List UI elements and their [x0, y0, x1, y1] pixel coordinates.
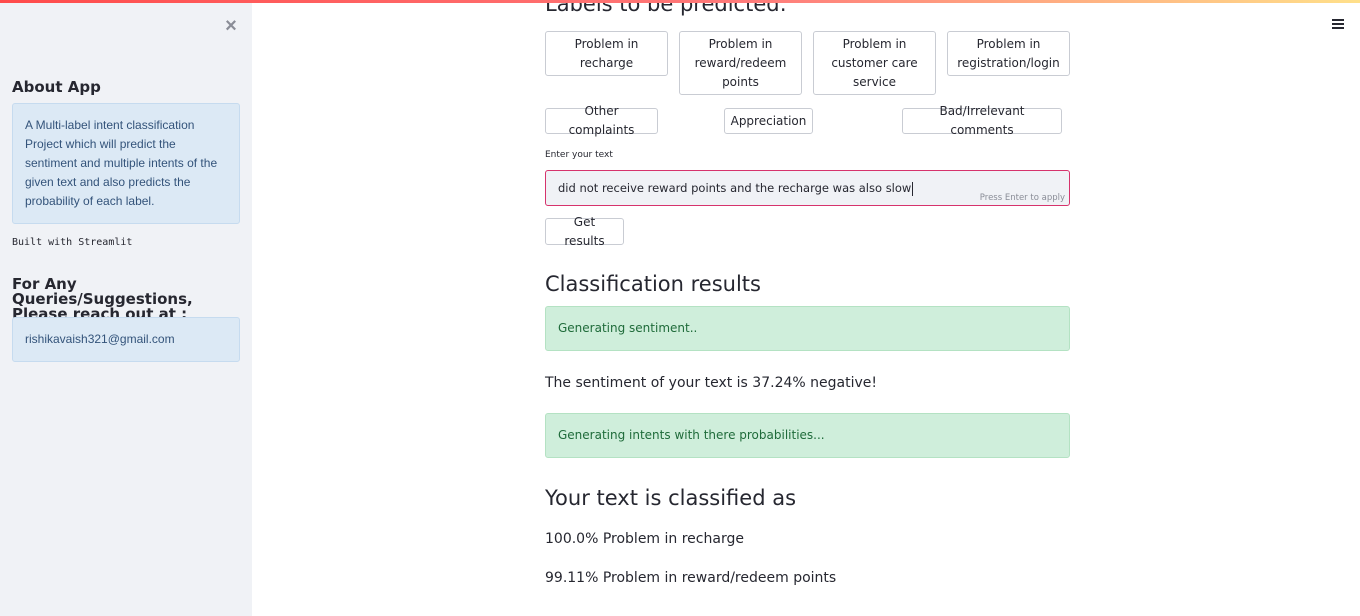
- about-app-text: A Multi-label intent classification Proj…: [25, 118, 218, 208]
- classified-as-heading: Your text is classified as: [545, 486, 797, 510]
- classification-results-heading: Classification results: [545, 272, 761, 296]
- contact-email: rishikavaish321@gmail.com: [25, 332, 175, 346]
- sidebar: × About App A Multi-label intent classif…: [0, 0, 252, 616]
- result-item: 99.11% Problem in reward/redeem points: [545, 570, 837, 586]
- text-input-label: Enter your text: [545, 150, 613, 160]
- intents-status-box: Generating intents with there probabilit…: [545, 413, 1070, 458]
- hamburger-menu-icon[interactable]: [1332, 19, 1345, 33]
- text-input-value-wrap: did not receive reward points and the re…: [558, 181, 914, 196]
- get-results-button[interactable]: Get results: [545, 215, 624, 248]
- intents-status-text: Generating intents with there probabilit…: [558, 428, 825, 442]
- label-button-recharge[interactable]: Problem in recharge: [545, 31, 668, 76]
- text-input-value: did not receive reward points and the re…: [558, 181, 912, 195]
- top-accent-bar: [0, 0, 1360, 3]
- label-button-bad-irrelevant[interactable]: Bad/Irrelevant comments: [902, 104, 1062, 137]
- label-button-appreciation[interactable]: Appreciation: [724, 108, 813, 134]
- text-input[interactable]: did not receive reward points and the re…: [545, 170, 1070, 206]
- sentiment-result-text: The sentiment of your text is 37.24% neg…: [545, 375, 877, 391]
- press-enter-hint: Press Enter to apply: [979, 193, 1065, 203]
- email-info-box: rishikavaish321@gmail.com: [12, 317, 240, 362]
- label-button-other-complaints[interactable]: Other complaints: [545, 104, 658, 137]
- about-app-info-box: A Multi-label intent classification Proj…: [12, 103, 240, 224]
- sentiment-status-text: Generating sentiment..: [558, 321, 698, 335]
- close-icon[interactable]: ×: [222, 16, 240, 36]
- label-button-registration-login[interactable]: Problem in registration/login: [947, 31, 1070, 76]
- sentiment-status-box: Generating sentiment..: [545, 306, 1070, 351]
- label-button-reward-redeem[interactable]: Problem in reward/redeem points: [679, 31, 802, 95]
- built-with-text: Built with Streamlit: [12, 237, 133, 248]
- queries-heading: For Any Queries/Suggestions, Please reac…: [12, 275, 193, 323]
- text-caret: [912, 181, 914, 196]
- result-item: 100.0% Problem in recharge: [545, 531, 744, 547]
- label-button-customer-care[interactable]: Problem in customer care service: [813, 31, 936, 95]
- about-app-heading: About App: [12, 78, 101, 96]
